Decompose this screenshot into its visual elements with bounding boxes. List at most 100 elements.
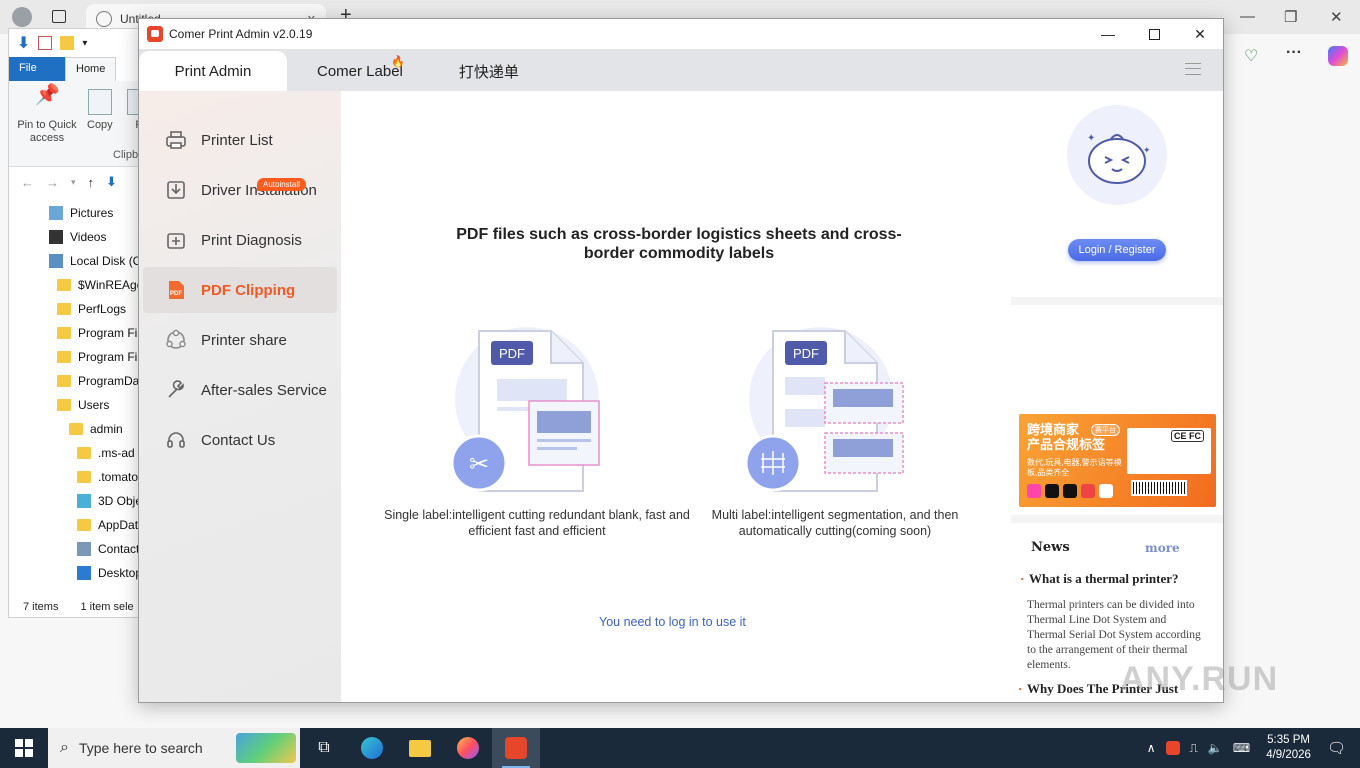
edge-taskbar-button[interactable]: [348, 728, 396, 768]
tab-actions-icon[interactable]: [52, 10, 66, 23]
avatar[interactable]: ✦ ✦: [1067, 105, 1167, 205]
sidebar-item-print-diagnosis[interactable]: Print Diagnosis: [143, 217, 337, 263]
clock-time: 5:35 PM: [1267, 734, 1310, 746]
sidebar-item-after-sales-service[interactable]: After-sales Service: [143, 367, 337, 413]
multi-label-caption: Multi label:intelligent segmentation, an…: [711, 508, 959, 538]
close-browser-button[interactable]: ✕: [1330, 8, 1343, 26]
sidebar-item-label: PDF Clipping: [201, 281, 296, 299]
copilot-icon[interactable]: [1328, 46, 1348, 66]
profile-icon[interactable]: [12, 7, 32, 27]
compliance-label-banner[interactable]: 跨境商家 产品合规标签 赛平台 数代,玩具,电器,警示语等模板,品类齐全 CE …: [1019, 414, 1216, 507]
navigation-tree: Pictures Videos Local Disk (C $WinREAge Perf…: [9, 197, 139, 585]
tree-item[interactable]: .tomato-: [9, 465, 139, 489]
sidebar-item-printer-share[interactable]: Printer share: [143, 317, 337, 363]
fire-icon: 🔥: [391, 56, 405, 68]
login-register-button[interactable]: Login / Register: [1068, 239, 1166, 261]
tree-item[interactable]: Program Fil: [9, 345, 139, 369]
minimize-button[interactable]: —: [1085, 19, 1131, 49]
news-title: News: [1031, 540, 1070, 555]
copy-button[interactable]: Copy: [87, 89, 113, 132]
firefox-icon: [457, 737, 479, 759]
tree-item[interactable]: admin: [9, 417, 139, 441]
banner-subtitle: 数代,玩具,电器,警示语等模板,品类齐全: [1027, 458, 1122, 477]
back-icon[interactable]: ←: [21, 175, 34, 190]
restore-browser-button[interactable]: ❐: [1284, 8, 1297, 26]
tree-item[interactable]: 3D Objec: [9, 489, 139, 513]
tree-item[interactable]: $WinREAge: [9, 273, 139, 297]
folder-icon: [57, 303, 71, 315]
wrench-icon: [165, 379, 187, 401]
tree-item[interactable]: AppData: [9, 513, 139, 537]
pdf-tag: PDF: [499, 346, 525, 361]
banner-tag: 赛平台: [1091, 424, 1120, 436]
menu-icon[interactable]: [1185, 63, 1201, 75]
recent-icon[interactable]: ▾: [71, 177, 76, 188]
multi-label-illustration[interactable]: PDF: [745, 327, 915, 497]
tree-item[interactable]: Videos: [9, 225, 139, 249]
taskbar-search[interactable]: ⌕ Type here to search: [48, 728, 300, 768]
volume-icon[interactable]: 🔈: [1208, 741, 1223, 755]
sidebar-item-label: Printer List: [201, 131, 273, 149]
svg-text:PDF: PDF: [170, 291, 182, 297]
news-more-link[interactable]: more: [1145, 541, 1180, 555]
tab-file[interactable]: File: [9, 57, 65, 81]
up-icon[interactable]: ↑: [88, 175, 95, 190]
login-required-link[interactable]: You need to log in to use it: [599, 615, 746, 629]
globe-icon: [96, 11, 112, 27]
sidebar-item-contact-us[interactable]: Contact Us: [143, 417, 337, 463]
tray-overflow-icon[interactable]: ∧: [1147, 741, 1156, 755]
tree-item-label: admin: [90, 422, 123, 436]
more-menu-button[interactable]: ···: [1286, 44, 1302, 62]
news-item-headline[interactable]: What is a thermal printer?: [1020, 571, 1179, 587]
tree-item-label: ProgramDa: [78, 374, 140, 388]
share-icon: [165, 329, 187, 351]
heart-monitor-icon[interactable]: ♡: [1244, 46, 1258, 66]
explorer-taskbar-button[interactable]: [396, 728, 444, 768]
folder-icon: [69, 423, 83, 435]
sidebar-item-driver-installation[interactable]: Driver Installation: [143, 167, 337, 213]
tree-item[interactable]: ProgramDa: [9, 369, 139, 393]
task-view-button[interactable]: ⧉: [300, 728, 348, 768]
start-button[interactable]: [0, 728, 48, 768]
tab-print-admin[interactable]: Print Admin: [139, 51, 287, 91]
comer-tray-icon[interactable]: [1165, 741, 1180, 755]
ce-fc-mark: CE FC: [1171, 430, 1204, 442]
tree-item[interactable]: .ms-ad: [9, 441, 139, 465]
sidebar-item-pdf-clipping[interactable]: PDF PDF Clipping: [143, 267, 337, 313]
ime-icon[interactable]: ⌨: [1233, 741, 1250, 755]
tree-item[interactable]: Users: [9, 393, 139, 417]
single-label-illustration[interactable]: PDF ✂: [451, 327, 621, 497]
minimize-browser-button[interactable]: —: [1240, 8, 1255, 25]
tree-item[interactable]: Contacts: [9, 537, 139, 561]
tree-item-label: Desktop: [98, 566, 140, 580]
folder-icon: [57, 279, 71, 291]
down-arrow-icon[interactable]: ⬇: [17, 33, 30, 53]
comer-taskbar-button[interactable]: [492, 728, 540, 768]
tree-item[interactable]: PerfLogs: [9, 297, 139, 321]
tree-item[interactable]: Program Fil: [9, 321, 139, 345]
maximize-button[interactable]: [1131, 19, 1177, 49]
forward-icon[interactable]: →: [46, 175, 59, 190]
tree-item[interactable]: Pictures: [9, 201, 139, 225]
tab-comer-label[interactable]: Comer Label 🔥: [287, 51, 433, 91]
sidebar-item-printer-list[interactable]: Printer List: [143, 117, 337, 163]
close-button[interactable]: ✕: [1177, 19, 1223, 49]
tab-home[interactable]: Home: [65, 57, 117, 81]
notifications-icon[interactable]: 🗨: [1327, 739, 1346, 757]
pin-quick-access-button[interactable]: 📌 Pin to Quick access: [15, 85, 79, 145]
folder-icon: [77, 471, 91, 483]
tree-item[interactable]: Local Disk (C: [9, 249, 139, 273]
tree-item[interactable]: Desktop: [9, 561, 139, 585]
clock[interactable]: 5:35 PM 4/9/2026: [1266, 733, 1311, 763]
pdf-icon: PDF: [165, 279, 187, 301]
barcode-image: [1131, 480, 1187, 496]
new-folder-icon[interactable]: [60, 36, 75, 50]
network-icon[interactable]: ⎍: [1190, 741, 1198, 756]
properties-icon[interactable]: [38, 36, 53, 50]
tab-express-waybill[interactable]: 打快递单: [433, 51, 545, 91]
customize-qat-icon[interactable]: ▾: [82, 38, 87, 49]
folder-icon: [77, 519, 91, 531]
comer-app-icon: [505, 737, 527, 759]
firefox-taskbar-button[interactable]: [444, 728, 492, 768]
search-icon: ⌕: [60, 739, 69, 756]
